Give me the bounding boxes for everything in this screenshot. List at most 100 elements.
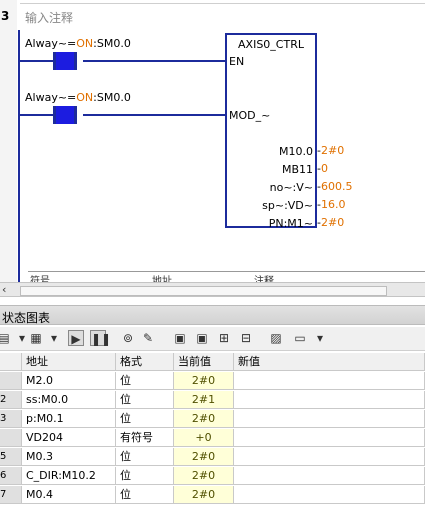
address-cell[interactable]: M0.4 [22,486,116,504]
network-gutter [0,0,17,282]
contact-2-symbol: Alway~= [25,91,77,104]
unforce-icon[interactable]: ⊟ [238,330,254,346]
current-value-cell: 2#0 [174,467,234,485]
pin-output-4: sp~:VD~ [262,199,313,212]
row-index[interactable]: 3 [0,410,22,428]
power-rail [18,30,20,282]
contact-2-state: ON [76,91,94,104]
table-row: 2 ss:M0.0 位 2#1 [0,391,425,410]
current-value-cell: 2#0 [174,410,234,428]
row-index[interactable]: 6 [0,467,22,485]
contact-1-address: :SM0.0 [93,37,131,50]
new-value-cell[interactable] [234,410,425,428]
new-value-cell[interactable] [234,448,425,466]
output-value-4: -16.0 [317,198,346,211]
format-cell[interactable]: 位 [116,372,174,390]
status-chart-toolbar: ▤ ▾ ▦ ▾ ▶ ❚❚ ⊚ ✎ ▣ ▣ ⊞ ⊟ ▨ ▭ ▾ [0,327,425,351]
header-index [0,353,22,371]
output-value-5: -2#0 [317,216,345,229]
table-row: 7 M0.4 位 2#0 [0,486,425,505]
pencil-icon[interactable]: ✎ [140,330,156,346]
symbol-col: 符号 [30,276,50,282]
contact-2-address: :SM0.0 [93,91,131,104]
options-icon[interactable]: ▭ [292,330,308,346]
glasses-icon[interactable]: ⊚ [120,330,136,346]
symbol-table-header: 符号 地址 注释 [28,271,425,282]
format-cell[interactable]: 位 [116,448,174,466]
current-value-cell: 2#0 [174,486,234,504]
wire [83,114,227,116]
header-current-value[interactable]: 当前值 [174,353,234,371]
address-cell[interactable]: C_DIR:M10.2 [22,467,116,485]
network-number: 3 [1,9,10,23]
format-cell[interactable]: 位 [116,467,174,485]
trend-icon[interactable]: ▨ [268,330,284,346]
row-index[interactable]: 7 [0,486,22,504]
row-index[interactable] [0,429,22,447]
value: 0 [320,162,328,175]
format-cell[interactable]: 位 [116,486,174,504]
table-row: 5 M0.3 位 2#0 [0,448,425,467]
current-value-cell: 2#1 [174,391,234,409]
value: 2#0 [320,216,345,229]
network-divider [20,3,425,4]
address-cell[interactable]: VD204 [22,429,116,447]
axis-ctrl-block[interactable]: AXIS0_CTRL EN MOD_~ M10.0 MB11 no~:V~ sp… [225,33,317,230]
contact-1[interactable] [53,52,77,70]
address-cell[interactable]: ss:M0.0 [22,391,116,409]
row-index[interactable]: 2 [0,391,22,409]
current-value-cell: 2#0 [174,372,234,390]
pin-output-2: MB11 [281,163,313,176]
comment-col: 注释 [254,276,274,282]
pin-output-3: no~:V~ [269,181,313,194]
play-icon[interactable]: ▶ [68,330,84,346]
contact-1-label: Alway~=ON:SM0.0 [25,37,131,50]
network-comment[interactable]: 输入注释 [25,9,73,26]
format-cell[interactable]: 位 [116,410,174,428]
contact-2-label: Alway~=ON:SM0.0 [25,91,131,104]
dropdown-arrow-icon[interactable]: ▾ [46,330,62,346]
new-value-cell[interactable] [234,391,425,409]
address-cell[interactable]: p:M0.1 [22,410,116,428]
address-cell[interactable]: M2.0 [22,372,116,390]
delete-row-icon[interactable]: ▦ [28,330,44,346]
row-index[interactable]: 5 [0,448,22,466]
status-chart-titlebar: 状态图表 [0,305,425,325]
header-address[interactable]: 地址 [22,353,116,371]
ladder-editor[interactable]: 3 输入注释 Alway~=ON:SM0.0 Alway~=ON:SM0.0 A… [0,0,425,282]
address-cell[interactable]: M0.3 [22,448,116,466]
header-new-value[interactable]: 新值 [234,353,425,371]
dropdown-arrow-icon[interactable]: ▾ [312,330,328,346]
add-row-icon[interactable]: ▤ [0,330,12,346]
force-icon[interactable]: ⊞ [216,330,232,346]
output-value-1: -2#0 [317,144,345,157]
table-row: 3 p:M0.1 位 2#0 [0,410,425,429]
block-title: AXIS0_CTRL [238,38,304,51]
new-value-cell[interactable] [234,372,425,390]
address-col: 地址 [152,276,172,282]
current-value-cell: 2#0 [174,448,234,466]
wire [20,114,53,116]
scrollbar-thumb[interactable] [20,286,387,296]
scroll-left-icon[interactable]: ‹ [2,283,6,296]
lock-icon[interactable]: ▣ [172,330,188,346]
status-chart-title: 状态图表 [2,311,51,325]
format-cell[interactable]: 位 [116,391,174,409]
row-index[interactable] [0,372,22,390]
pause-icon[interactable]: ❚❚ [90,330,111,346]
pin-output-5: PN:M1~ [268,217,313,230]
pin-mod: MOD_~ [229,109,271,122]
table-row: M2.0 位 2#0 [0,372,425,391]
contact-2[interactable] [53,106,77,124]
header-format[interactable]: 格式 [116,353,174,371]
new-value-cell[interactable] [234,467,425,485]
pin-en: EN [229,55,245,68]
value: 600.5 [320,180,353,193]
lock-open-icon[interactable]: ▣ [194,330,210,346]
value: 16.0 [320,198,346,211]
new-value-cell[interactable] [234,486,425,504]
new-value-cell[interactable] [234,429,425,447]
output-value-2: -0 [317,162,328,175]
horizontal-scrollbar[interactable]: ‹ [0,282,425,297]
format-cell[interactable]: 有符号 [116,429,174,447]
